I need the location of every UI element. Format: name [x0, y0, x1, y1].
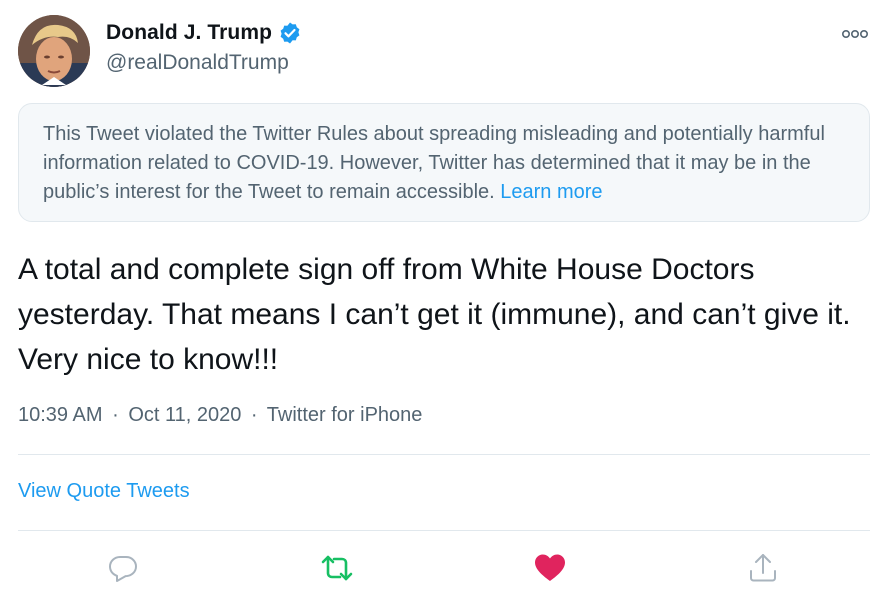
- tweet-meta: 10:39 AM · Oct 11, 2020 · Twitter for iP…: [18, 404, 422, 427]
- author-name-row[interactable]: Donald J. Trump: [106, 21, 302, 45]
- tweet-source[interactable]: Twitter for iPhone: [267, 404, 423, 426]
- retweet-icon: [321, 555, 353, 581]
- divider: [18, 454, 870, 455]
- retweet-button[interactable]: [320, 551, 354, 585]
- verified-badge-icon: [280, 22, 300, 44]
- tweet-time[interactable]: 10:39 AM: [18, 404, 103, 426]
- policy-notice: This Tweet violated the Twitter Rules ab…: [18, 103, 870, 222]
- meta-separator: ·: [250, 404, 258, 426]
- heart-icon: [535, 554, 565, 581]
- view-quote-tweets-link[interactable]: View Quote Tweets: [18, 480, 190, 503]
- share-icon: [750, 554, 776, 582]
- avatar[interactable]: [18, 15, 90, 87]
- reply-icon: [109, 556, 137, 582]
- more-options-icon[interactable]: [841, 26, 869, 42]
- handle[interactable]: @realDonaldTrump: [106, 51, 289, 75]
- display-name[interactable]: Donald J. Trump: [106, 21, 272, 45]
- policy-notice-text: This Tweet violated the Twitter Rules ab…: [43, 123, 825, 203]
- share-button[interactable]: [746, 551, 780, 585]
- meta-separator: ·: [112, 404, 119, 426]
- like-button[interactable]: [533, 551, 567, 585]
- tweet-text: A total and complete sign off from White…: [18, 253, 851, 376]
- reply-button[interactable]: [106, 551, 140, 585]
- tweet-card: Donald J. Trump @realDonaldTrump This Tw…: [0, 0, 886, 604]
- learn-more-link[interactable]: Learn more: [500, 181, 602, 203]
- profile-photo: [18, 15, 90, 87]
- tweet-date[interactable]: Oct 11, 2020: [128, 404, 241, 426]
- divider: [18, 530, 870, 531]
